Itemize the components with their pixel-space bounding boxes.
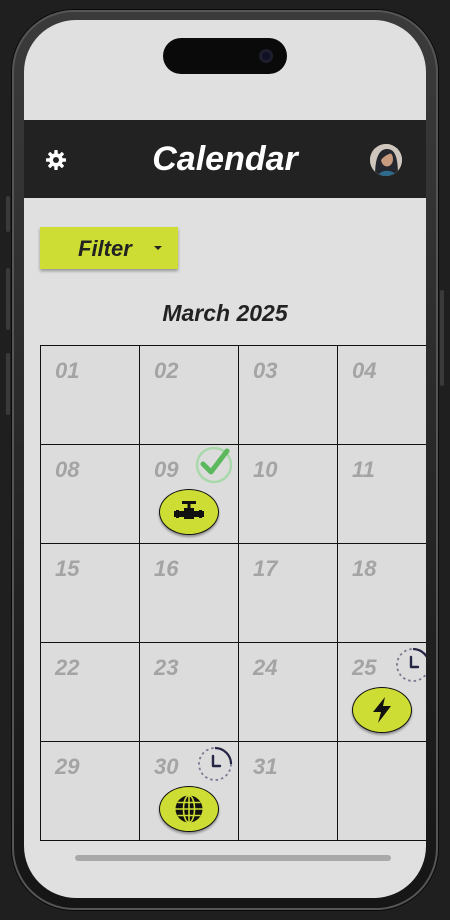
clock-icon: [196, 745, 234, 788]
day-number: 29: [55, 754, 80, 779]
lightning-bolt-icon: [370, 696, 394, 724]
calendar-day-cell[interactable]: 18: [338, 544, 426, 643]
event-button[interactable]: [159, 786, 219, 832]
day-number: 30: [154, 754, 179, 779]
day-number: 25: [352, 655, 377, 680]
avatar[interactable]: [370, 144, 402, 176]
calendar-day-cell[interactable]: 01: [41, 346, 140, 445]
calendar-day-cell[interactable]: 10: [239, 445, 338, 544]
calendar-day-cell[interactable]: 03: [239, 346, 338, 445]
calendar-day-cell[interactable]: 11: [338, 445, 426, 544]
day-number: 23: [154, 655, 179, 680]
power-button: [440, 290, 444, 386]
profile-photo: [370, 144, 402, 176]
filter-label: Filter: [78, 236, 132, 261]
day-number: 04: [352, 358, 377, 383]
screen: Calendar Filter March 2025 01 02 03 04 08 09 1…: [24, 20, 426, 898]
calendar-day-cell[interactable]: 09: [140, 445, 239, 544]
volume-up-button: [6, 268, 10, 330]
day-number: 09: [154, 457, 179, 482]
home-indicator[interactable]: [75, 855, 391, 861]
caret-down-icon: [154, 246, 162, 250]
calendar-day-cell[interactable]: 17: [239, 544, 338, 643]
calendar-day-cell[interactable]: 08: [41, 445, 140, 544]
calendar-day-cell[interactable]: 31: [239, 742, 338, 841]
calendar-day-cell[interactable]: 30: [140, 742, 239, 841]
month-label: March 2025: [162, 300, 288, 326]
app-header: Calendar: [24, 120, 426, 198]
volume-down-button: [6, 353, 10, 415]
calendar-day-cell[interactable]: 24: [239, 643, 338, 742]
day-number: 08: [55, 457, 80, 482]
clock-icon: [394, 646, 426, 689]
day-number: 24: [253, 655, 278, 680]
day-number: 10: [253, 457, 278, 482]
event-button[interactable]: [159, 489, 219, 535]
calendar-day-cell[interactable]: 02: [140, 346, 239, 445]
pipeline-valve-icon: [174, 500, 204, 524]
calendar-day-cell[interactable]: 23: [140, 643, 239, 742]
day-number: 11: [352, 457, 375, 482]
calendar-grid: 01 02 03 04 08 09 10 11 15 16 17 18 22 23 24 25 29 30 31: [40, 345, 426, 841]
day-number: 22: [55, 655, 80, 680]
day-number: 18: [352, 556, 377, 581]
event-button[interactable]: [352, 687, 412, 733]
filter-dropdown[interactable]: Filter: [40, 227, 178, 269]
calendar-day-cell[interactable]: 22: [41, 643, 140, 742]
globe-icon: [173, 793, 205, 825]
dynamic-island: [163, 38, 287, 74]
calendar-day-cell[interactable]: 16: [140, 544, 239, 643]
front-camera: [259, 49, 273, 63]
action-button: [6, 196, 10, 232]
day-number: 31: [253, 754, 278, 779]
calendar-day-cell[interactable]: [338, 742, 426, 841]
calendar-day-cell[interactable]: 25: [338, 643, 426, 742]
calendar-day-cell[interactable]: 04: [338, 346, 426, 445]
day-number: 02: [154, 358, 179, 383]
calendar-day-cell[interactable]: 15: [41, 544, 140, 643]
checkmark-icon: [194, 445, 234, 490]
day-number: 01: [55, 358, 80, 383]
day-number: 15: [55, 556, 80, 581]
page-title: Calendar: [152, 140, 298, 178]
day-number: 17: [253, 556, 278, 581]
day-number: 16: [154, 556, 179, 581]
day-number: 03: [253, 358, 278, 383]
calendar-day-cell[interactable]: 29: [41, 742, 140, 841]
